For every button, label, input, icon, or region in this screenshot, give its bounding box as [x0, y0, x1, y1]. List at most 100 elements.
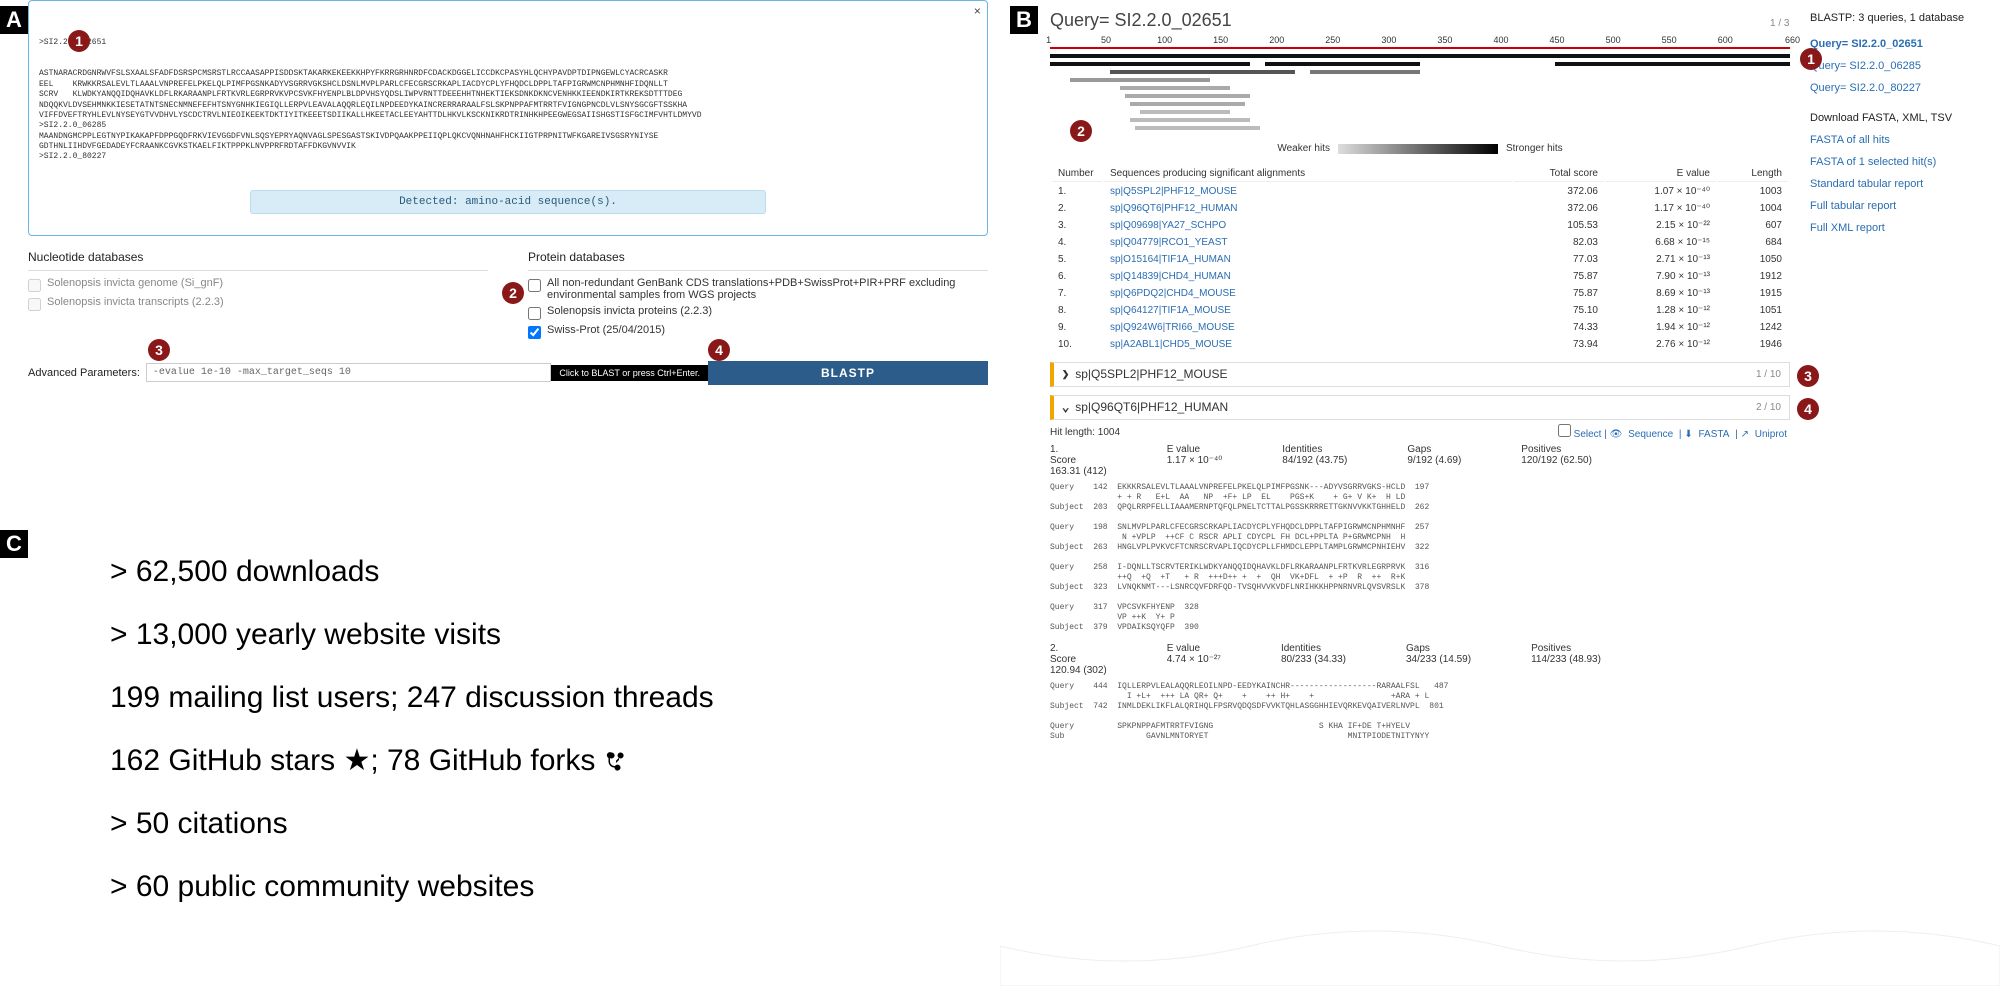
sequence-textarea[interactable]: × >SI2.2.0_02651 ASTNARACRDGNRWVFSLSXAAL… — [28, 0, 988, 236]
db-item-prot-0[interactable]: All non-redundant GenBank CDS translatio… — [528, 277, 988, 301]
badge-b3: 3 — [1797, 365, 1819, 387]
query-link-1[interactable]: Query= SI2.2.0_06285 — [1810, 60, 1980, 72]
hit-counter-2: 2 / 10 — [1756, 402, 1781, 413]
db-item-nuc-1[interactable]: Solenopsis invicta transcripts (2.2.3) — [28, 296, 488, 311]
db-item-prot-1[interactable]: Solenopsis invicta proteins (2.2.3) — [528, 305, 988, 320]
table-row: 8.sp|Q64127|TIF1A_MOUSE75.101.28 × 10⁻¹²… — [1052, 303, 1788, 318]
th-length: Length — [1718, 166, 1788, 182]
table-row: 7.sp|Q6PDQ2|CHD4_MOUSE75.878.69 × 10⁻¹³1… — [1052, 286, 1788, 301]
query-page-counter: 1 / 3 — [1770, 18, 1789, 29]
nucleotide-db-column: Nucleotide databases Solenopsis invicta … — [28, 250, 488, 343]
panel-a: × >SI2.2.0_02651 ASTNARACRDGNRWVFSLSXAAL… — [28, 0, 988, 385]
badge-a1: 1 — [68, 30, 90, 52]
hit-link[interactable]: sp|Q924W6|TRI66_MOUSE — [1110, 322, 1235, 333]
table-row: 9.sp|Q924W6|TRI66_MOUSE74.331.94 × 10⁻¹²… — [1052, 320, 1788, 335]
badge-a3: 3 — [148, 339, 170, 361]
dl-link-4[interactable]: Full XML report — [1810, 222, 1980, 234]
hit-link[interactable]: sp|Q5SPL2|PHF12_MOUSE — [1110, 186, 1237, 197]
select-hit-checkbox[interactable] — [1558, 424, 1571, 437]
advanced-params-input[interactable] — [146, 363, 551, 382]
sequence-link[interactable]: Sequence — [1628, 429, 1673, 440]
alignment-1: Query 142 EKKKRSALEVLTLAAALVNPREFELPKELQ… — [1050, 483, 1790, 633]
legend-strong: Stronger hits — [1506, 143, 1563, 154]
hit-link[interactable]: sp|Q64127|TIF1A_MOUSE — [1110, 305, 1231, 316]
hit-link[interactable]: sp|Q14839|CHD4_HUMAN — [1110, 271, 1231, 282]
panel-a-label: A — [0, 6, 28, 34]
protein-db-column: 2 Protein databases All non-redundant Ge… — [528, 250, 988, 343]
detected-banner: Detected: amino-acid sequence(s). — [250, 190, 766, 214]
click-hint: Click to BLAST or press Ctrl+Enter. — [551, 365, 708, 381]
hit-link[interactable]: sp|Q04779|RCO1_YEAST — [1110, 237, 1227, 248]
table-row: 10.sp|A2ABL1|CHD5_MOUSE73.942.76 × 10⁻¹²… — [1052, 337, 1788, 352]
select-label: Select — [1574, 429, 1602, 440]
hit-counter-1: 1 / 10 — [1756, 369, 1781, 380]
db-item-prot-2[interactable]: Swiss-Prot (25/04/2015) — [528, 324, 988, 339]
hit-link[interactable]: sp|A2ABL1|CHD5_MOUSE — [1110, 339, 1232, 350]
panel-c: > 62,500 downloads > 13,000 yearly websi… — [110, 540, 714, 918]
hit-collapsed[interactable]: ❯sp|Q5SPL2|PHF12_MOUSE 1 / 10 3 — [1050, 362, 1790, 387]
blast-button[interactable]: BLASTP — [708, 361, 988, 385]
hit-open[interactable]: ⌄sp|Q96QT6|PHF12_HUMAN 2 / 10 4 — [1050, 395, 1790, 420]
eye-icon: 👁 — [1610, 429, 1623, 440]
dl-link-1[interactable]: FASTA of 1 selected hit(s) — [1810, 156, 1980, 168]
fork-icon — [604, 748, 628, 772]
query-link-2[interactable]: Query= SI2.2.0_80227 — [1810, 82, 1980, 94]
chevron-right-icon: ❯ — [1062, 368, 1069, 382]
badge-b1: 1 — [1800, 48, 1822, 70]
alignment-ruler: 150100150200250300350400450500550600660 — [1050, 35, 1790, 51]
table-row: 6.sp|Q14839|CHD4_HUMAN75.877.90 × 10⁻¹³1… — [1052, 269, 1788, 284]
stat-mailing: 199 mailing list users; 247 discussion t… — [110, 666, 714, 729]
dl-link-0[interactable]: FASTA of all hits — [1810, 134, 1980, 146]
stat-community: > 60 public community websites — [110, 855, 714, 918]
panel-c-label: C — [0, 530, 28, 558]
wave-cutoff — [1000, 916, 2000, 986]
right-rail: BLASTP: 3 queries, 1 database Query= SI2… — [1810, 12, 1980, 244]
dl-link-3[interactable]: Full tabular report — [1810, 200, 1980, 212]
db-item-nuc-0[interactable]: Solenopsis invicta genome (Si_gnF) — [28, 277, 488, 292]
hit-link[interactable]: sp|Q09698|YA27_SCHPO — [1110, 220, 1226, 231]
panel-b: Query= SI2.2.0_02651 1 / 3 BLASTP: 3 que… — [1040, 0, 1980, 742]
chevron-down-icon: ⌄ — [1062, 401, 1069, 415]
close-icon[interactable]: × — [974, 5, 981, 21]
fasta-header-1: >SI2.2.0_02651 — [39, 38, 977, 48]
hit-table: Number Sequences producing significant a… — [1050, 164, 1790, 354]
stats-row-2: 2. Score120.94 (302) E value4.74 × 10⁻²⁷… — [1050, 643, 1790, 676]
table-row: 5.sp|O15164|TIF1A_HUMAN77.032.71 × 10⁻¹³… — [1052, 252, 1788, 267]
uniprot-link[interactable]: Uniprot — [1755, 429, 1787, 440]
hit-link[interactable]: sp|O15164|TIF1A_HUMAN — [1110, 254, 1231, 265]
download-header: Download FASTA, XML, TSV — [1810, 112, 1980, 124]
query-link-0[interactable]: Query= SI2.2.0_02651 — [1810, 38, 1980, 50]
hit-detail: Hit length: 1004 Select | 👁 Sequence | ⬇… — [1050, 424, 1790, 742]
rail-header: BLASTP: 3 queries, 1 database — [1810, 12, 1980, 24]
stat-citations: > 50 citations — [110, 792, 714, 855]
alignment-graphic — [1050, 53, 1790, 131]
fasta-link[interactable]: FASTA — [1698, 429, 1729, 440]
nucleotide-header: Nucleotide databases — [28, 250, 488, 264]
alignment-2: Query 444 IQLLERPVLEALAQQRLEOILNPD-EEDYK… — [1050, 682, 1790, 742]
hit-legend: Weaker hits Stronger hits — [1040, 143, 1800, 154]
stat-visits: > 13,000 yearly website visits — [110, 603, 714, 666]
table-row: 3.sp|Q09698|YA27_SCHPO105.532.15 × 10⁻²²… — [1052, 218, 1788, 233]
stat-github: 162 GitHub stars ★; 78 GitHub forks — [110, 729, 714, 792]
badge-a4: 4 — [708, 339, 730, 361]
fasta-body: ASTNARACRDGNRWVFSLSXAALSFADFDSRSPCMSRSTL… — [39, 69, 977, 163]
th-number: Number — [1052, 166, 1102, 182]
table-row: 1.sp|Q5SPL2|PHF12_MOUSE372.061.07 × 10⁻⁴… — [1052, 184, 1788, 199]
external-icon: ↗ — [1741, 429, 1749, 440]
badge-b2: 2 — [1070, 120, 1092, 142]
dl-link-2[interactable]: Standard tabular report — [1810, 178, 1980, 190]
advanced-params-label: Advanced Parameters: — [28, 367, 140, 379]
protein-header: Protein databases — [528, 250, 988, 264]
hit-length: Hit length: 1004 — [1050, 427, 1120, 438]
hit-link[interactable]: sp|Q96QT6|PHF12_HUMAN — [1110, 203, 1237, 214]
badge-a2: 2 — [502, 282, 524, 304]
stat-downloads: > 62,500 downloads — [110, 540, 714, 603]
badge-b4: 4 — [1797, 398, 1819, 420]
table-row: 2.sp|Q96QT6|PHF12_HUMAN372.061.17 × 10⁻⁴… — [1052, 201, 1788, 216]
stats-row-1: 1. Score163.31 (412) E value1.17 × 10⁻⁴⁰… — [1050, 444, 1790, 477]
legend-gradient — [1338, 144, 1498, 154]
th-evalue: E value — [1606, 166, 1716, 182]
legend-weak: Weaker hits — [1277, 143, 1330, 154]
hit-link[interactable]: sp|Q6PDQ2|CHD4_MOUSE — [1110, 288, 1236, 299]
panel-b-label: B — [1010, 6, 1038, 34]
